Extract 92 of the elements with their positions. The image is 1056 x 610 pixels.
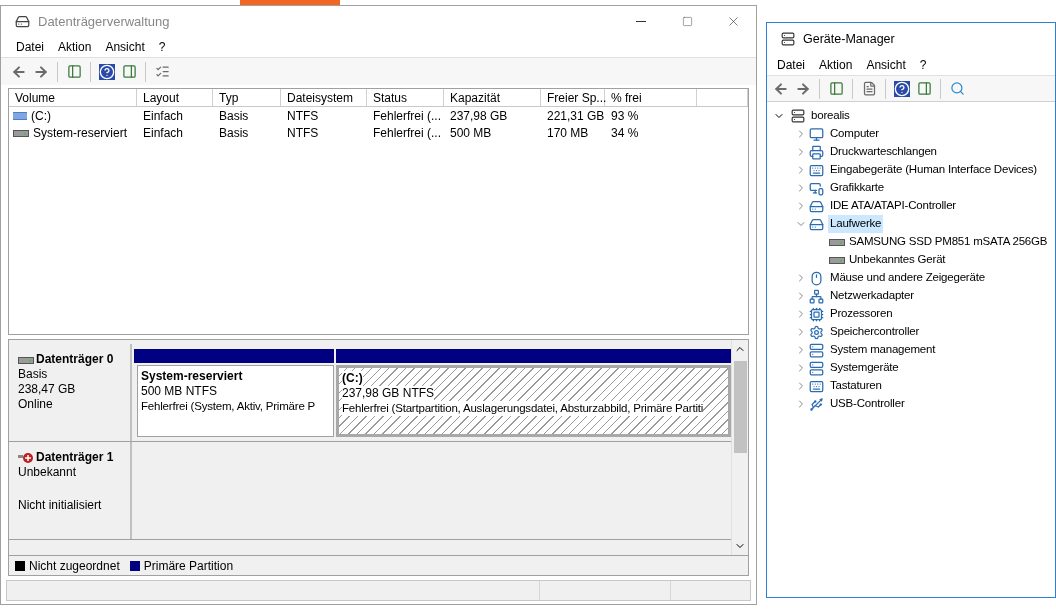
tree-item[interactable]: borealis — [811, 107, 850, 125]
keyboard-icon — [809, 378, 824, 394]
menu-item[interactable]: Aktion — [58, 38, 92, 56]
menu-item[interactable]: ? — [158, 38, 166, 56]
menu-item[interactable]: Ansicht — [866, 56, 906, 74]
drive-icon — [809, 198, 824, 214]
drive-icon — [18, 354, 34, 365]
table-cell-text: Fehlerfrei (... — [373, 107, 441, 125]
drive-icon — [829, 255, 845, 265]
tree-item[interactable]: Mäuse und andere Zeigegeräte — [828, 269, 987, 287]
tree-item[interactable]: System management — [828, 341, 938, 359]
server-icon — [809, 342, 824, 358]
table-cell-text: System-reserviert — [33, 124, 127, 142]
disk-type: Basis — [18, 367, 49, 382]
tree-item[interactable]: Netzwerkadapter — [828, 287, 916, 305]
menu-item[interactable]: Ansicht — [105, 38, 145, 56]
disk-type: Unbekannt — [18, 465, 78, 480]
help-icon[interactable] — [97, 61, 117, 82]
table-cell-text: 237,98 GB — [450, 107, 508, 125]
scrollbar[interactable] — [731, 340, 748, 555]
disk-name: Datenträger 1 — [36, 450, 114, 465]
column-header[interactable]: Layout — [137, 89, 213, 106]
table-cell-text: (C:) — [31, 107, 51, 125]
table-cell-text: NTFS — [287, 107, 319, 125]
partition-name: (C:) — [342, 371, 363, 386]
menu-item[interactable]: Datei — [16, 38, 44, 56]
server-icon — [809, 360, 824, 376]
drive-icon — [13, 127, 29, 138]
table-cell-text: 34 % — [611, 124, 639, 142]
column-header[interactable]: Kapazität — [444, 89, 541, 106]
tree-item[interactable]: Computer — [828, 125, 881, 143]
drive-icon — [15, 14, 30, 29]
table-cell-text: Fehlerfrei (... — [373, 124, 441, 142]
table-cell-text: 93 % — [611, 107, 639, 125]
disk-status: Nicht initialisiert — [18, 498, 103, 513]
tree-item[interactable]: Unbekanntes Gerät — [849, 251, 946, 269]
partition-status: Fehlerfrei (Startpartition, Auslagerungsdatei, Absturzabbild, Primäre Partiti — [342, 401, 704, 416]
table-cell-text: Basis — [219, 124, 249, 142]
drive-icon — [809, 216, 824, 232]
tree-item[interactable]: Grafikkarte — [828, 179, 887, 197]
column-header[interactable]: Freier Sp... — [541, 89, 605, 106]
tree-item[interactable]: Eingabegeräte (Human Interface Devices) — [828, 161, 1039, 179]
column-header[interactable]: Typ — [213, 89, 281, 106]
error-disk-icon — [18, 451, 34, 464]
table-cell-text: Einfach — [143, 107, 184, 125]
minimize-icon — [636, 21, 646, 22]
menu-item[interactable]: Datei — [777, 56, 805, 74]
cpu-icon — [809, 306, 824, 322]
tree-item[interactable]: USB-Controller — [828, 395, 907, 413]
menu-item[interactable]: ? — [919, 56, 927, 74]
maximize-icon — [681, 16, 693, 27]
usb-icon — [809, 396, 824, 412]
help-icon[interactable] — [892, 78, 912, 99]
printer-icon — [809, 144, 824, 160]
column-header[interactable]: Status — [367, 89, 444, 106]
keyboard-icon — [809, 162, 824, 178]
disk-size: 238,47 GB — [18, 382, 77, 397]
table-cell-text: NTFS — [287, 124, 319, 142]
tree-item[interactable]: Systemgeräte — [828, 359, 901, 377]
partition-name: System-reserviert — [141, 369, 243, 384]
disk-status: Online — [18, 397, 54, 412]
monitor-icon — [809, 126, 824, 142]
tree-item[interactable]: SAMSUNG SSD PM851 mSATA 256GB — [849, 233, 1048, 251]
legend-label: Nicht zugeordnet — [29, 557, 120, 575]
disk-name: Datenträger 0 — [36, 352, 114, 367]
tree-item[interactable]: Prozessoren — [828, 305, 895, 323]
partition-status: Fehlerfrei (System, Aktiv, Primäre P — [141, 399, 316, 414]
tree-item[interactable]: Laufwerke — [828, 215, 884, 233]
tree-item[interactable]: IDE ATA/ATAPI-Controller — [828, 197, 958, 215]
legend-label: Primäre Partition — [143, 557, 234, 575]
drive-icon — [829, 237, 845, 247]
disk-info-panel[interactable]: Datenträger 0 Basis 238,47 GB Online — [9, 344, 132, 441]
column-header[interactable]: Dateisystem — [281, 89, 367, 106]
partition-size: 237,98 GB NTFS — [342, 386, 435, 401]
column-header[interactable]: Volume — [9, 89, 137, 106]
table-cell-text: 500 MB — [450, 124, 492, 142]
tree-item[interactable]: Speichercontroller — [828, 323, 922, 341]
table-cell-text: 221,31 GB — [547, 107, 605, 125]
menu-item[interactable]: Aktion — [819, 56, 853, 74]
table-cell-text: 170 MB — [547, 124, 589, 142]
table-cell-text: Basis — [219, 107, 249, 125]
mouse-icon — [809, 270, 824, 286]
gear-icon — [809, 324, 824, 340]
column-header[interactable]: % frei — [605, 89, 697, 106]
network-icon — [809, 288, 824, 304]
window-title: Datenträgerverwaltung — [38, 12, 170, 31]
tree-item[interactable]: Druckwarteschlangen — [828, 143, 939, 161]
striped-volume-icon — [13, 111, 27, 120]
disk-info-panel[interactable]: Datenträger 1 Unbekannt Nicht initialisiert — [9, 442, 132, 539]
tree-item[interactable]: Tastaturen — [828, 377, 884, 395]
window-title: Geräte-Manager — [803, 30, 895, 48]
table-cell-text: Einfach — [143, 124, 184, 142]
